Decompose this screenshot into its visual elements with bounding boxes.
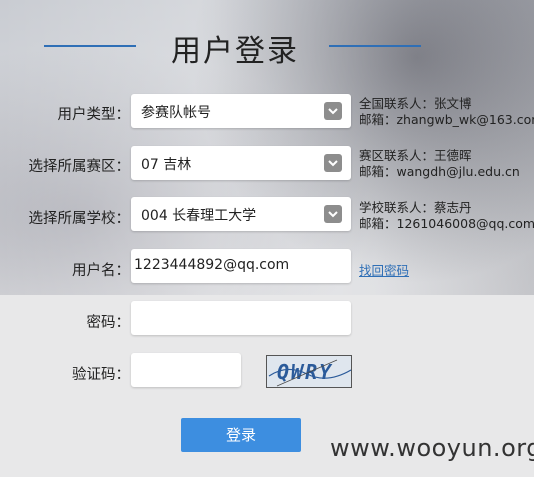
national-contact-name: 全国联系人：张文博	[359, 96, 472, 111]
username-input[interactable]: 1223444892@qq.com	[131, 249, 351, 283]
region-select[interactable]: 07 吉林	[131, 146, 351, 180]
user-type-select[interactable]: 参赛队帐号	[131, 94, 351, 128]
school-contact-name: 学校联系人：蔡志丹	[359, 200, 472, 215]
school-contact-email: 邮箱：1261046008@qq.com	[359, 216, 534, 231]
page-title: 用户登录	[171, 34, 299, 69]
captcha-label: 验证码：	[72, 367, 130, 383]
captcha-input[interactable]	[131, 353, 241, 387]
captcha-image[interactable]: QWRY	[266, 355, 352, 388]
username-value: 1223444892@qq.com	[134, 257, 290, 273]
region-value: 07 吉林	[141, 157, 192, 173]
region-contact-name: 赛区联系人：王德晖	[359, 148, 472, 163]
national-contact-email: 邮箱：zhangwb_wk@163.com	[359, 112, 534, 127]
chevron-down-icon[interactable]	[324, 154, 342, 172]
region-contact-email: 邮箱：wangdh@jlu.edu.cn	[359, 164, 520, 179]
user-type-label: 用户类型：	[57, 107, 131, 123]
national-contact: 全国联系人：张文博 邮箱：zhangwb_wk@163.com	[359, 96, 534, 128]
captcha-noise	[268, 359, 352, 387]
chevron-down-icon[interactable]	[324, 205, 342, 223]
user-type-value: 参赛队帐号	[141, 105, 211, 121]
watermark: www.wooyun.org	[330, 434, 534, 462]
chevron-down-icon[interactable]	[324, 102, 342, 120]
school-select[interactable]: 004 长春理工大学	[131, 197, 351, 231]
title-divider-left	[44, 45, 136, 47]
password-label: 密码：	[86, 315, 131, 331]
school-contact: 学校联系人：蔡志丹 邮箱：1261046008@qq.com	[359, 200, 534, 232]
school-label: 选择所属学校：	[28, 211, 131, 227]
school-value: 004 长春理工大学	[141, 208, 257, 224]
password-input[interactable]	[131, 301, 351, 335]
title-divider-right	[329, 45, 421, 47]
recover-password-link[interactable]: 找回密码	[359, 260, 409, 279]
title-bar: 用户登录	[0, 26, 534, 69]
username-label: 用户名：	[72, 263, 130, 279]
login-button[interactable]: 登录	[181, 418, 301, 452]
background-photo	[0, 0, 534, 477]
region-label: 选择所属赛区：	[28, 159, 131, 175]
region-contact: 赛区联系人：王德晖 邮箱：wangdh@jlu.edu.cn	[359, 148, 520, 180]
